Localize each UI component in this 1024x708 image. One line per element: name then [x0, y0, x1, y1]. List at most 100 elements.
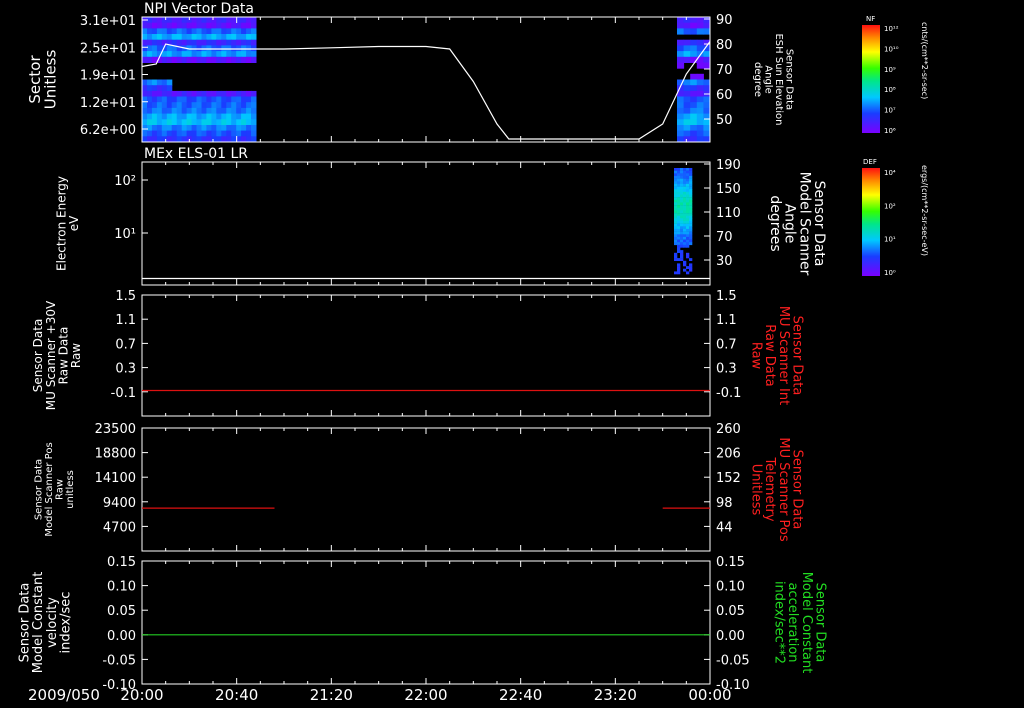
heatmap-cell — [696, 119, 704, 126]
heatmap-cell — [181, 102, 188, 109]
heatmap-cell — [151, 22, 158, 29]
heatmap-cell — [677, 168, 681, 171]
heatmap-cell — [680, 191, 684, 195]
heatmap-cell — [236, 34, 242, 41]
heatmap-cell — [674, 197, 678, 201]
heatmap-cell — [674, 223, 678, 227]
heatmap-cell — [689, 173, 693, 177]
heatmap-cell — [680, 205, 684, 208]
heatmap-cell — [166, 34, 173, 41]
colorbar-nf-bar — [862, 25, 880, 133]
heatmap-cell — [251, 39, 257, 46]
heatmap-cell — [689, 215, 693, 219]
y-tick-label: 90 — [716, 13, 733, 28]
heatmap-cell — [689, 218, 693, 222]
heatmap-cell — [680, 218, 684, 222]
heatmap-cell — [151, 119, 158, 126]
y-tick-label: 23500 — [95, 422, 136, 437]
heatmap-cell — [677, 266, 681, 269]
heatmap-cell — [196, 39, 202, 46]
heatmap-cell — [690, 28, 698, 35]
heatmap-cell — [677, 102, 685, 109]
heatmap-cell — [680, 199, 684, 203]
label-line: eV — [67, 215, 81, 231]
heatmap-cell — [171, 28, 178, 35]
heatmap-cell — [251, 107, 257, 115]
heatmap-cell — [683, 197, 687, 201]
heatmap-cell — [216, 56, 222, 63]
heatmap-cell — [696, 107, 704, 115]
heatmap-cell — [680, 183, 684, 187]
heatmap-cell — [201, 113, 207, 120]
heatmap-cell — [689, 197, 693, 201]
y-tick-label: 80 — [716, 38, 733, 53]
heatmap-cell — [677, 22, 685, 29]
heatmap-cell — [181, 125, 188, 132]
heatmap-cell — [196, 130, 202, 137]
heatmap-cell — [216, 107, 222, 115]
heatmap-cell — [226, 28, 232, 35]
heatmap-cell — [166, 119, 173, 126]
heatmap-cell — [689, 202, 693, 206]
heatmap-cell — [216, 119, 222, 126]
heatmap-cell — [151, 107, 158, 115]
heatmap-cell — [206, 113, 212, 120]
heatmap-cell — [677, 125, 685, 132]
heatmap-cell — [206, 28, 212, 35]
heatmap-cell — [171, 34, 178, 41]
heatmap-cell — [677, 271, 681, 275]
heatmap-cell — [176, 102, 183, 109]
heatmap-cell — [246, 39, 252, 46]
heatmap-cell — [176, 56, 183, 63]
heatmap-cell — [677, 178, 681, 182]
heatmap-cell — [683, 244, 687, 248]
heatmap-cell — [211, 96, 217, 103]
heatmap-cell — [161, 85, 168, 92]
heatmap-cell — [231, 107, 237, 115]
heatmap-cell — [683, 207, 687, 211]
heatmap-cell — [147, 125, 153, 132]
heatmap-cell — [246, 125, 252, 132]
heatmap-cell — [686, 181, 690, 185]
heatmap-cell — [690, 125, 698, 132]
heatmap-cell — [191, 130, 198, 137]
heatmap-cell — [683, 119, 691, 126]
y-tick-label: 1.9e+01 — [80, 69, 136, 84]
y-tick-label: 1.2e+01 — [80, 96, 136, 111]
heatmap-cell — [683, 175, 687, 179]
heatmap-cell — [683, 113, 691, 120]
heatmap-cell — [703, 119, 711, 126]
label-line: ESH Sun Elevation — [773, 33, 784, 125]
heatmap-cell — [674, 271, 678, 275]
heatmap-cell — [176, 113, 183, 120]
heatmap-cell — [161, 17, 168, 24]
heatmap-cell — [241, 56, 247, 63]
heatmap-cell — [161, 28, 168, 35]
heatmap-cell — [142, 22, 148, 29]
heatmap-cell — [241, 51, 247, 58]
heatmap-cell — [677, 258, 681, 261]
colorbar-tick-label: 10⁰ — [884, 269, 896, 277]
colorbar-def-units: ergs/(cm**2-sr-sec-eV) — [920, 165, 929, 256]
date-label: 2009/050 — [28, 686, 100, 704]
heatmap-cell — [680, 181, 684, 185]
heatmap-cell — [191, 125, 198, 132]
heatmap-cell — [674, 221, 678, 224]
heatmap-cell — [151, 45, 158, 52]
y-tick-label: 0.05 — [107, 604, 136, 619]
heatmap-cell — [703, 17, 711, 24]
heatmap-cell — [151, 34, 158, 41]
heatmap-cell — [171, 96, 178, 103]
heatmap-cell — [696, 73, 704, 80]
heatmap-cell — [246, 17, 252, 24]
colorbar-nf-title: NF — [866, 15, 875, 23]
heatmap-cell — [226, 22, 232, 29]
y-tick-label: 0.00 — [107, 629, 136, 644]
heatmap-cell — [156, 45, 163, 52]
left-axis-label: SectorUnitless — [26, 50, 60, 110]
heatmap-cell — [683, 226, 687, 230]
heatmap-cell — [176, 51, 183, 58]
heatmap-cell — [689, 231, 693, 235]
heatmap-cell — [683, 199, 687, 203]
heatmap-cell — [686, 175, 690, 179]
